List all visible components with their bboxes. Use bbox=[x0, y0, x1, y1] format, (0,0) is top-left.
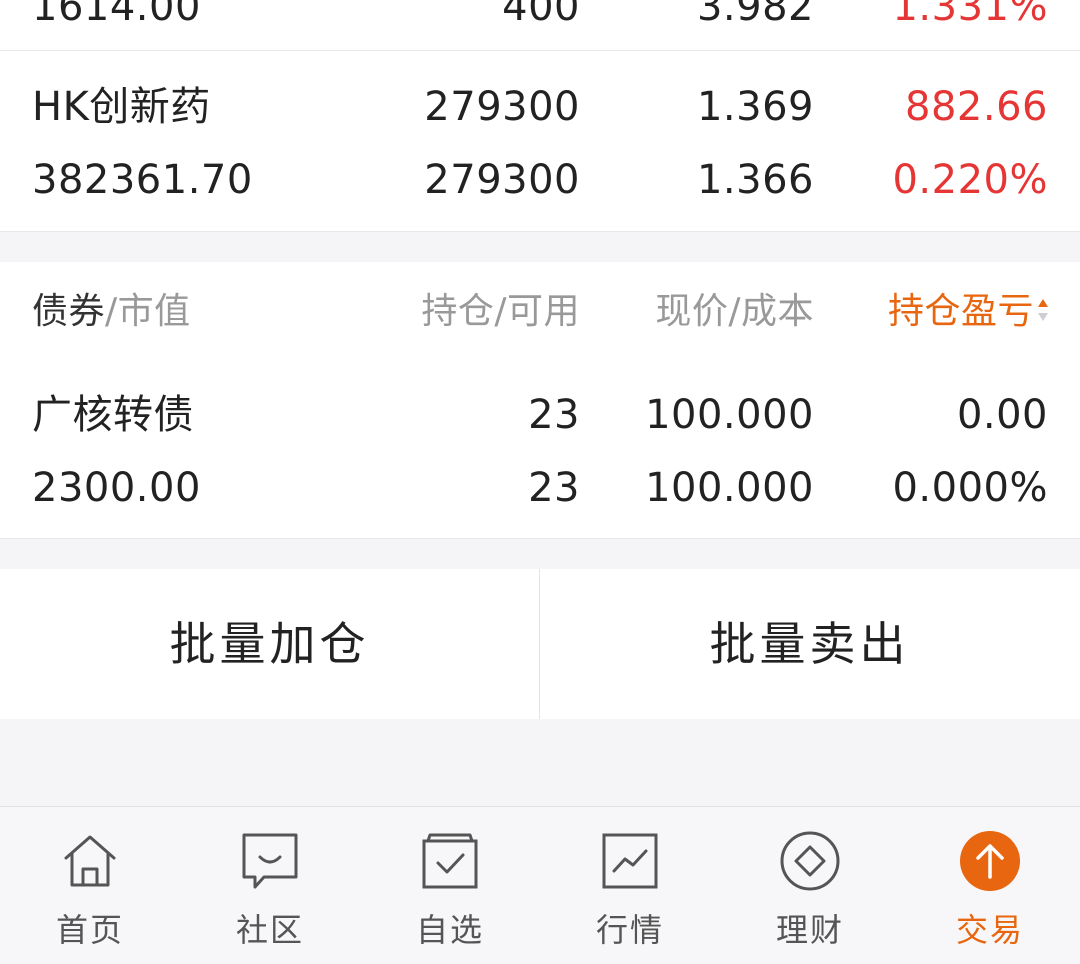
cut-row-cost: 3.982 bbox=[696, 0, 814, 30]
tab-trade-label: 交易 bbox=[955, 911, 1024, 949]
card-bottom-border bbox=[0, 231, 1080, 232]
tab-community-label: 社区 bbox=[235, 911, 304, 949]
batch-action-bar: 批量加仓 批量卖出 bbox=[0, 569, 1080, 719]
holding-cost: 1.366 bbox=[696, 157, 814, 203]
batch-add-button[interactable]: 批量加仓 bbox=[0, 569, 539, 719]
holding-row-hk-innovative-drug[interactable]: HK创新药 279300 1.369 882.66 bbox=[0, 77, 1080, 137]
bond-row-cgn-convertible-line2[interactable]: 2300.00 23 100.000 0.000% bbox=[0, 458, 1080, 518]
community-icon bbox=[242, 833, 298, 889]
tab-home[interactable]: 首页 bbox=[0, 807, 180, 964]
holding-qty: 279300 bbox=[424, 84, 580, 130]
batch-sell-button[interactable]: 批量卖出 bbox=[540, 569, 1079, 719]
sort-icon bbox=[1038, 299, 1048, 321]
trade-icon bbox=[960, 831, 1020, 891]
tab-market-label: 行情 bbox=[595, 911, 664, 949]
header-col-price[interactable]: 现价/成本 bbox=[655, 282, 814, 342]
wealth-icon bbox=[780, 831, 840, 891]
cut-row-pnl-pct: 1.331% bbox=[892, 0, 1048, 30]
holding-price: 1.369 bbox=[696, 84, 814, 130]
bond-price: 100.000 bbox=[645, 392, 814, 438]
tab-watchlist-label: 自选 bbox=[415, 911, 484, 949]
bond-holdings-card: 债券/市值 持仓/可用 现价/成本 持仓盈亏 广核转债 23 100.000 0… bbox=[0, 262, 1080, 538]
stock-holdings-card: 1614.00 400 3.982 1.331% HK创新药 279300 1.… bbox=[0, 0, 1080, 231]
card-bottom-border bbox=[0, 538, 1080, 539]
holding-pnl: 882.66 bbox=[905, 84, 1048, 130]
tab-trade[interactable]: 交易 bbox=[900, 807, 1080, 964]
holding-pnl-pct: 0.220% bbox=[892, 157, 1048, 203]
bond-cost: 100.000 bbox=[645, 465, 814, 511]
tab-home-label: 首页 bbox=[55, 911, 124, 949]
bond-name: 广核转债 bbox=[32, 392, 194, 438]
holding-row-hk-innovative-drug-line2[interactable]: 382361.70 279300 1.366 0.220% bbox=[0, 150, 1080, 210]
market-icon bbox=[602, 833, 658, 889]
divider bbox=[0, 50, 1080, 51]
bond-pnl: 0.00 bbox=[956, 392, 1048, 438]
bond-market-value: 2300.00 bbox=[32, 465, 201, 511]
bond-available: 23 bbox=[528, 465, 580, 511]
cut-row-market-value: 1614.00 bbox=[32, 0, 201, 30]
tab-market[interactable]: 行情 bbox=[540, 807, 720, 964]
tab-wealth[interactable]: 理财 bbox=[720, 807, 900, 964]
cut-row-available: 400 bbox=[502, 0, 580, 30]
bond-pnl-pct: 0.000% bbox=[892, 465, 1048, 511]
bottom-tab-bar: 首页 社区 自选 行情 理财 交易 bbox=[0, 806, 1080, 964]
header-col-pnl[interactable]: 持仓盈亏 bbox=[888, 282, 1050, 342]
header-col-bond: 债券/市值 bbox=[32, 282, 191, 342]
bond-qty: 23 bbox=[528, 392, 580, 438]
header-market-value-label: /市值 bbox=[105, 291, 191, 332]
home-icon bbox=[64, 835, 116, 887]
header-bond-label: 债券 bbox=[32, 291, 106, 332]
tab-wealth-label: 理财 bbox=[775, 911, 844, 949]
tab-community[interactable]: 社区 bbox=[180, 807, 360, 964]
holding-row-cut[interactable]: 1614.00 400 3.982 1.331% bbox=[0, 0, 1080, 37]
watchlist-icon bbox=[422, 833, 478, 889]
bond-row-cgn-convertible[interactable]: 广核转债 23 100.000 0.00 bbox=[0, 385, 1080, 445]
header-pnl-label: 持仓盈亏 bbox=[887, 291, 1034, 332]
header-col-position[interactable]: 持仓/可用 bbox=[421, 282, 580, 342]
holding-market-value: 382361.70 bbox=[32, 157, 253, 203]
bond-table-header: 债券/市值 持仓/可用 现价/成本 持仓盈亏 bbox=[0, 282, 1080, 342]
tab-watchlist[interactable]: 自选 bbox=[360, 807, 540, 964]
holding-available: 279300 bbox=[424, 157, 580, 203]
holding-name: HK创新药 bbox=[32, 84, 211, 130]
